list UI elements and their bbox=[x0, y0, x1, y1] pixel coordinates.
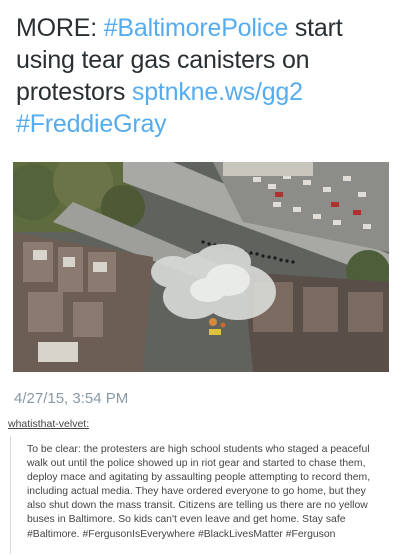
tweet-timestamp[interactable]: 4/27/15, 3:54 PM bbox=[14, 390, 128, 407]
tweet-text: MORE: #BaltimorePolice start using tear … bbox=[16, 12, 391, 140]
commentary-line: also shut down the mass transit. Citizen… bbox=[27, 500, 368, 512]
tweet-prefix: MORE: bbox=[16, 14, 104, 42]
commentary-line: #Baltimore. #FergusonIsEverywhere #Black… bbox=[27, 528, 336, 540]
commentary-line: deploy mace and agitating by assaulting … bbox=[27, 472, 371, 484]
tweet-text-segment: protestors bbox=[16, 78, 132, 106]
tweet-line-2: using tear gas canisters on bbox=[16, 46, 310, 74]
hashtag-baltimore-police[interactable]: #BaltimorePolice bbox=[104, 14, 289, 42]
aerial-photo[interactable] bbox=[13, 162, 389, 372]
tweet-line-3: protestors sptnkne.ws/gg2 bbox=[16, 76, 391, 108]
tweet-link[interactable]: sptnkne.ws/gg2 bbox=[132, 78, 303, 106]
commentary-line: buses in Baltimore. So kids can't even l… bbox=[27, 514, 346, 526]
tweet-text-segment: start bbox=[288, 14, 343, 42]
tweet-line-1: MORE: #BaltimorePolice start bbox=[16, 12, 391, 44]
commentary-line: To be clear: the protesters are high sch… bbox=[27, 444, 370, 455]
hashtag-freddie-gray[interactable]: #FreddieGray bbox=[16, 108, 391, 140]
commentary-line: walk out until the police showed up in r… bbox=[27, 458, 366, 470]
reblog-commentary: To be clear: the protesters are high sch… bbox=[10, 436, 396, 554]
reblog-username-link[interactable]: whatisthat-velvet: bbox=[8, 418, 89, 430]
commentary-line: including actual media. They have ordere… bbox=[27, 486, 366, 498]
reblogged-tweet-post: MORE: #BaltimorePolice start using tear … bbox=[0, 0, 401, 556]
aerial-photo-illustration bbox=[13, 162, 389, 372]
